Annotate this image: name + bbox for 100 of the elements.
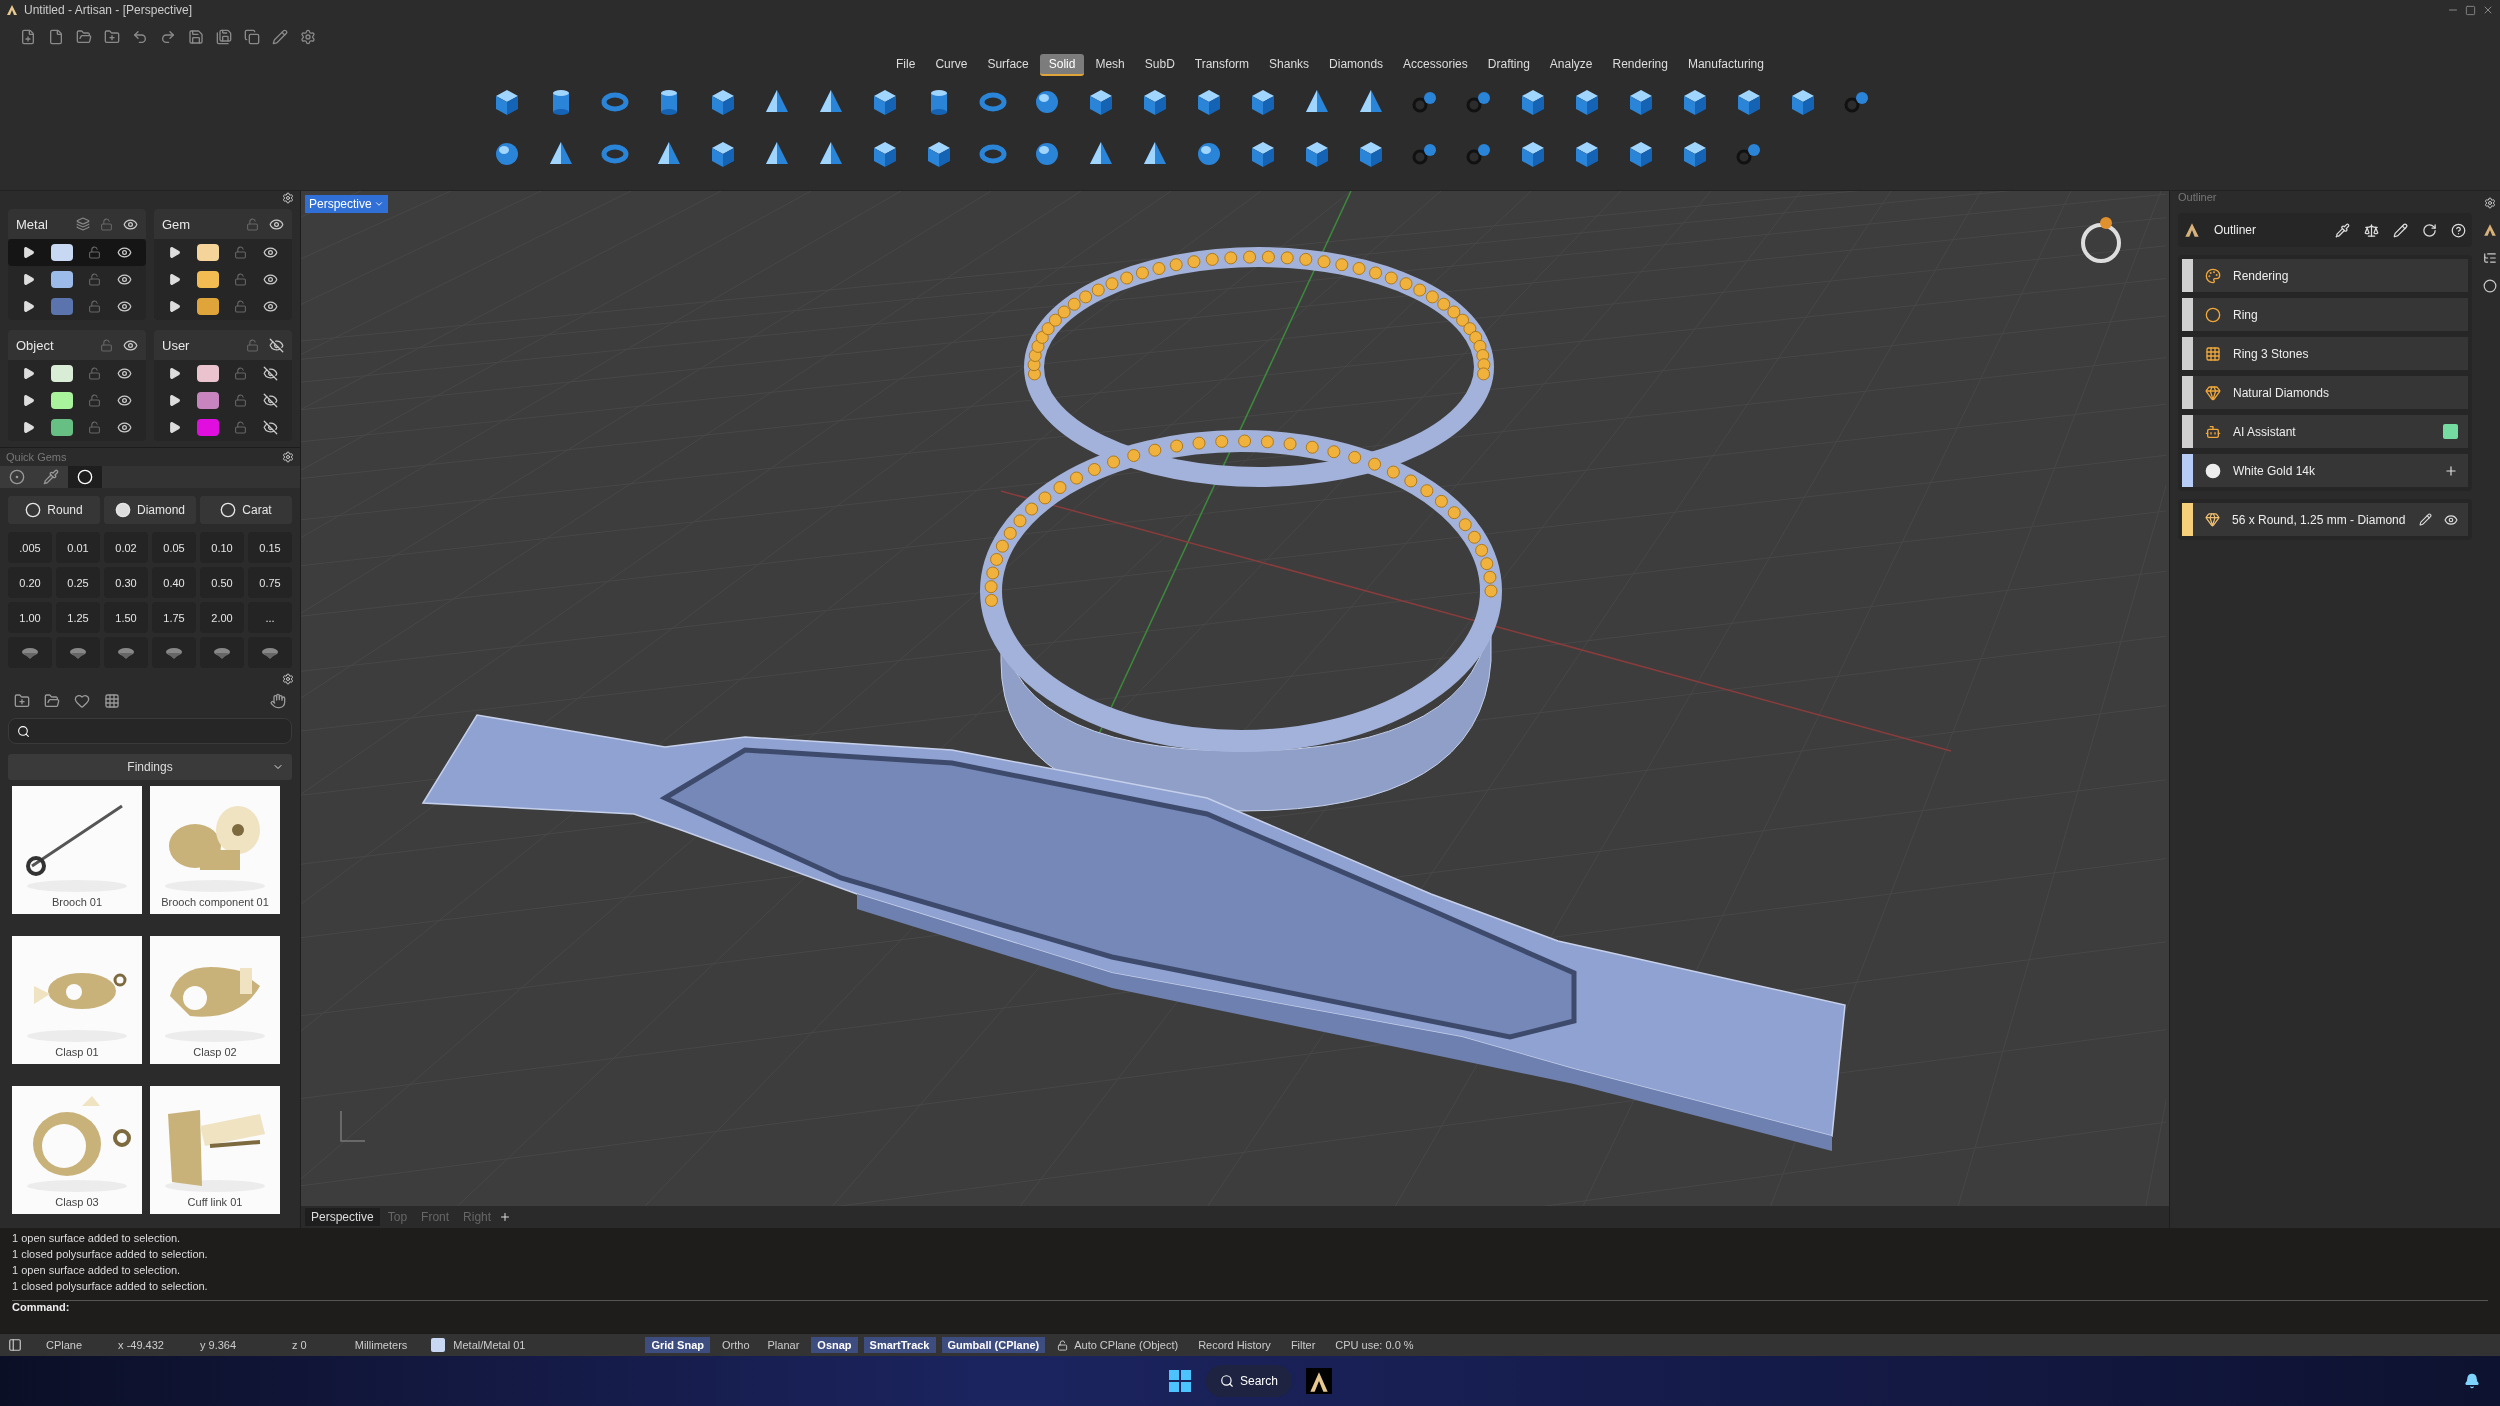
carat-size-button[interactable]: .005 — [8, 532, 52, 563]
unlock-icon[interactable] — [88, 300, 102, 313]
eye-icon[interactable] — [117, 420, 133, 435]
play-icon[interactable] — [167, 394, 181, 407]
menu-tab[interactable]: Manufacturing — [1678, 54, 1773, 76]
units-label[interactable]: Millimeters — [354, 1339, 408, 1351]
carat-size-button[interactable]: 0.50 — [200, 567, 244, 598]
hand-icon[interactable] — [270, 693, 286, 709]
save-icon[interactable] — [188, 29, 204, 45]
copy-icon[interactable] — [244, 29, 260, 45]
refresh-icon[interactable] — [2422, 222, 2437, 238]
eye-icon[interactable] — [123, 337, 138, 353]
viewport-tab[interactable]: Perspective — [305, 1208, 380, 1226]
save-all-icon[interactable] — [216, 29, 232, 45]
snap-toggle[interactable]: Grid Snap — [645, 1337, 710, 1353]
filter-toggle[interactable]: Filter — [1290, 1339, 1316, 1351]
folder-icon[interactable] — [44, 693, 60, 709]
menu-tab[interactable]: Rendering — [1603, 54, 1677, 76]
unlock-icon[interactable] — [234, 300, 248, 313]
redo-icon[interactable] — [160, 29, 176, 45]
layer-swatch[interactable] — [196, 419, 219, 436]
menu-tab[interactable]: Accessories — [1394, 54, 1477, 76]
scale-icon[interactable] — [2364, 222, 2379, 238]
gem-option-dropdown[interactable]: Round — [8, 496, 100, 524]
menu-tab[interactable]: Solid — [1039, 54, 1085, 76]
eye-icon[interactable] — [123, 216, 138, 232]
snap-toggle[interactable]: Gumball (CPlane) — [941, 1337, 1046, 1353]
carat-size-button[interactable]: 0.05 — [152, 532, 196, 563]
record-history-toggle[interactable]: Record History — [1198, 1339, 1271, 1351]
outliner-item[interactable]: Rendering — [2182, 259, 2468, 292]
layer-swatch[interactable] — [196, 298, 219, 315]
add-icon[interactable] — [499, 1211, 512, 1223]
gem-shape-button[interactable] — [104, 637, 148, 668]
carat-size-button[interactable]: 1.25 — [56, 602, 100, 633]
settings-icon[interactable] — [282, 451, 294, 463]
carat-size-button[interactable]: 0.75 — [248, 567, 292, 598]
outliner-item[interactable]: White Gold 14k — [2182, 454, 2468, 487]
eye-icon[interactable] — [269, 216, 284, 232]
play-icon[interactable] — [21, 394, 35, 407]
maximize-icon[interactable] — [2465, 4, 2476, 16]
play-icon[interactable] — [21, 421, 35, 434]
eye-icon[interactable] — [263, 272, 279, 287]
eye-icon[interactable] — [263, 245, 279, 260]
unlock-icon[interactable] — [88, 367, 102, 380]
unlock-icon[interactable] — [234, 246, 248, 259]
add-icon[interactable] — [2444, 463, 2458, 478]
new-file-icon[interactable] — [20, 29, 36, 45]
unlock-icon[interactable] — [234, 367, 248, 380]
toggle[interactable] — [2443, 424, 2458, 439]
gem-shape-button[interactable] — [152, 637, 196, 668]
outliner-item[interactable]: AI Assistant — [2182, 415, 2468, 448]
unlock-icon[interactable] — [234, 273, 248, 286]
eye-icon[interactable] — [117, 366, 133, 381]
unlock-icon[interactable] — [234, 421, 248, 434]
snap-toggle[interactable]: Planar — [761, 1337, 806, 1353]
notification-bell-icon[interactable] — [2464, 1373, 2480, 1389]
lock-icon[interactable] — [1057, 1339, 1069, 1351]
layer-swatch[interactable] — [50, 271, 73, 288]
viewport-menu-button[interactable]: Perspective — [305, 195, 388, 213]
play-icon[interactable] — [167, 246, 181, 259]
eye-icon[interactable] — [117, 272, 133, 287]
menu-tab[interactable]: File — [887, 54, 925, 76]
stack-icon[interactable] — [76, 217, 90, 231]
gem-shape-button[interactable] — [8, 637, 52, 668]
unlock-icon[interactable] — [88, 421, 102, 434]
outliner-item[interactable]: Natural Diamonds — [2182, 376, 2468, 409]
carat-size-button[interactable]: ... — [248, 602, 292, 633]
eye-off-icon[interactable] — [263, 366, 279, 381]
snap-toggle[interactable]: SmartTrack — [863, 1337, 936, 1353]
eye-icon[interactable] — [117, 245, 133, 260]
category-dropdown[interactable]: Findings — [8, 754, 292, 780]
unlock-icon[interactable] — [88, 394, 102, 407]
gem-shape-button[interactable] — [248, 637, 292, 668]
play-icon[interactable] — [167, 421, 181, 434]
play-icon[interactable] — [21, 273, 35, 286]
grid-icon[interactable] — [104, 693, 120, 709]
layer-swatch[interactable] — [196, 392, 219, 409]
carat-size-button[interactable]: 0.10 — [200, 532, 244, 563]
carat-size-button[interactable]: 0.25 — [56, 567, 100, 598]
windows-start-icon[interactable] — [1168, 1369, 1192, 1393]
layer-swatch[interactable] — [50, 244, 73, 261]
layer-swatch[interactable] — [50, 392, 73, 409]
gem-option-dropdown[interactable]: Carat — [200, 496, 292, 524]
layer-swatch[interactable] — [50, 298, 73, 315]
snap-toggle[interactable]: Osnap — [811, 1337, 858, 1353]
folder-plus-icon[interactable] — [14, 693, 30, 709]
taskbar-search[interactable]: Search — [1206, 1365, 1292, 1397]
app-logo-icon[interactable] — [2483, 223, 2497, 237]
carat-size-button[interactable]: 0.40 — [152, 567, 196, 598]
outliner-item[interactable]: Ring — [2182, 298, 2468, 331]
settings-icon[interactable] — [282, 673, 294, 685]
menu-tab[interactable]: Shanks — [1260, 54, 1319, 76]
carat-size-button[interactable]: 1.75 — [152, 602, 196, 633]
menu-tab[interactable]: Mesh — [1086, 54, 1134, 76]
command-prompt[interactable]: Command: — [12, 1300, 2488, 1313]
current-layer[interactable]: Metal/Metal 01 — [453, 1339, 526, 1351]
outline-tree-icon[interactable] — [2483, 251, 2497, 265]
outliner-item[interactable]: Ring 3 Stones — [2182, 337, 2468, 370]
unlock-icon[interactable] — [88, 273, 102, 286]
gem-shape-button[interactable] — [200, 637, 244, 668]
